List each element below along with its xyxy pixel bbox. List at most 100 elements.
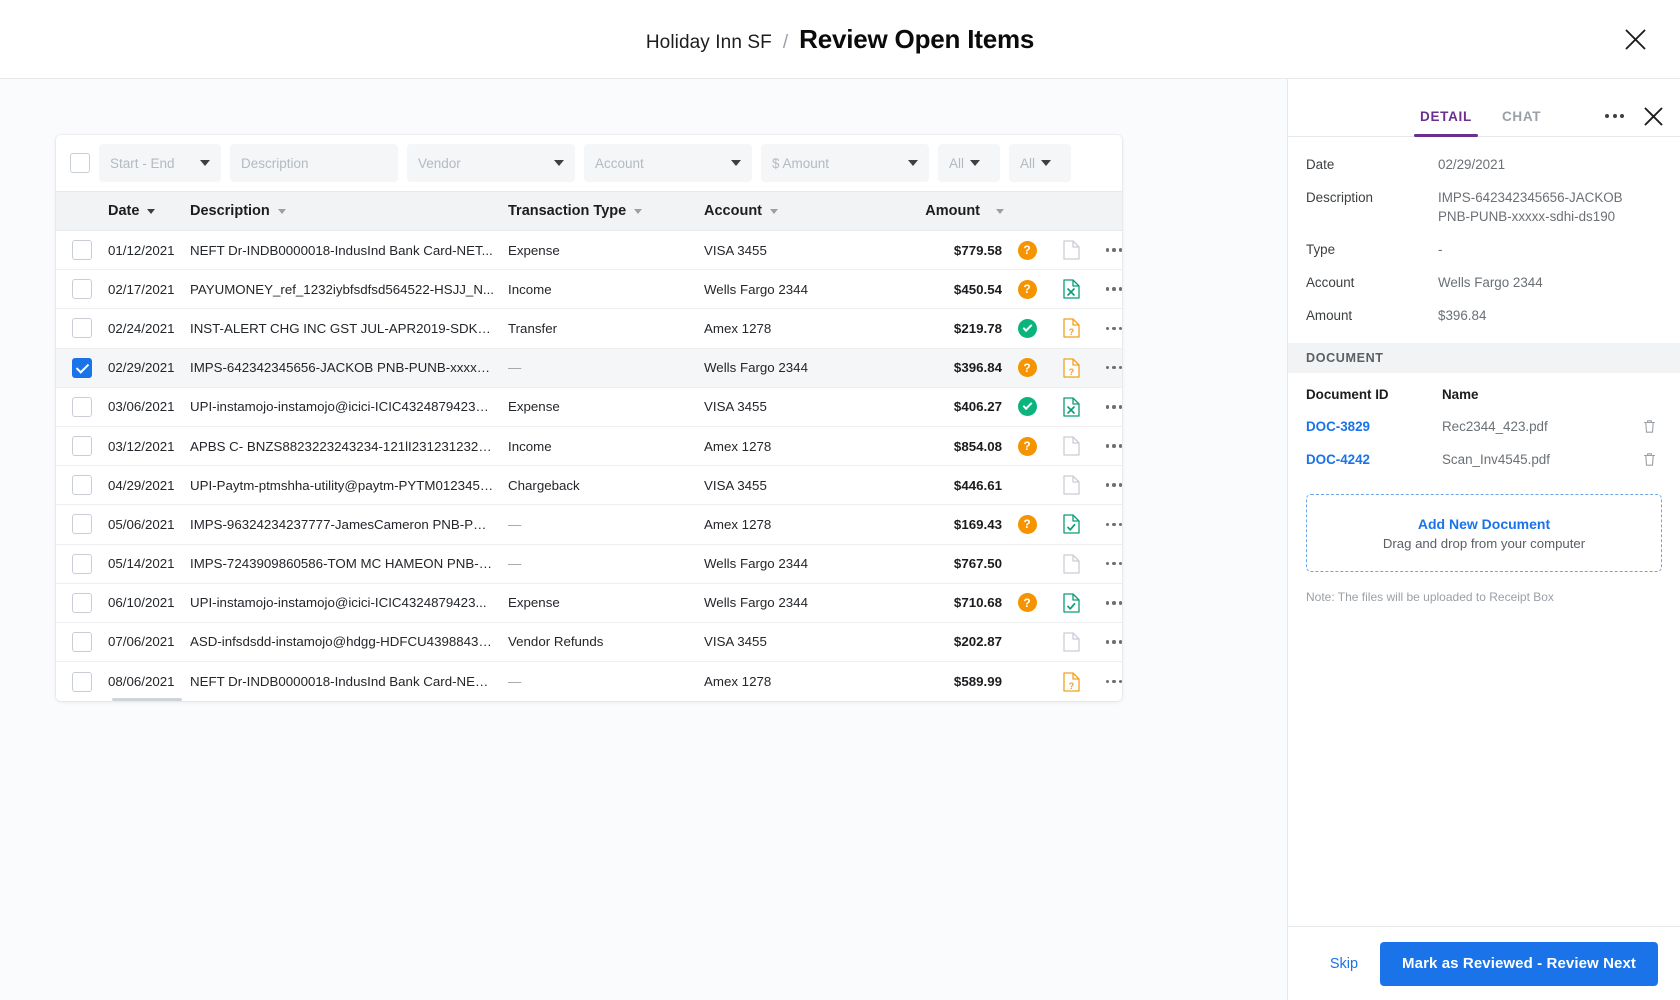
row-more-icon[interactable] [1105,640,1122,644]
modal-header: Holiday Inn SF / Review Open Items [0,0,1680,79]
table-row[interactable]: 05/14/2021 IMPS-7243909860586-TOM MC HAME… [56,544,1122,584]
row-more-icon[interactable] [1105,679,1122,684]
row-more-icon[interactable] [1105,522,1122,527]
document-icon[interactable]: ? [1050,358,1092,378]
table-row[interactable]: 04/29/2021 UPI-Paytm-ptmshha-utility@payt… [56,466,1122,506]
document-id-link[interactable]: DOC-3829 [1306,419,1442,434]
cell-status: ? [1004,279,1050,299]
document-icon[interactable] [1050,593,1092,613]
status-filter[interactable]: All [938,144,1000,182]
column-header-transaction-type[interactable]: Transaction Type [508,203,704,219]
cell-status: ? [1004,593,1050,613]
select-all-checkbox[interactable] [70,153,90,173]
status-approved-icon[interactable] [1017,397,1037,417]
row-checkbox[interactable] [72,436,92,457]
status-warning-icon[interactable]: ? [1017,358,1037,378]
cell-description: IMPS-7243909860586-TOM MC HAMEON PNB-P..… [190,556,497,572]
document-icon[interactable] [1050,436,1092,456]
row-more-icon[interactable] [1105,600,1122,605]
skip-button[interactable]: Skip [1330,956,1358,972]
document-icon[interactable]: ? [1050,318,1092,339]
vendor-filter[interactable]: Vendor [407,144,575,182]
row-checkbox[interactable] [72,514,92,535]
mark-reviewed-button[interactable]: Mark as Reviewed - Review Next [1380,941,1658,986]
status-warning-icon[interactable]: ? [1017,436,1037,456]
table-row[interactable]: 02/29/2021 IMPS-642342345656-JACKOB PNB-P… [56,348,1122,388]
document-icon[interactable] [1050,240,1092,260]
document-table-header: Document ID Name [1306,373,1662,410]
column-header-description[interactable]: Description [190,203,508,219]
cell-account: VISA 3455 [704,634,767,650]
document-icon[interactable] [1050,514,1092,535]
document-id-link[interactable]: DOC-4242 [1306,452,1442,467]
date-range-filter[interactable]: Start - End [99,144,221,182]
chevron-down-icon [908,160,918,166]
column-header-account[interactable]: Account [704,203,900,219]
breadcrumb: Holiday Inn SF / Review Open Items [646,24,1035,55]
account-filter[interactable]: Account [584,144,752,182]
document-icon[interactable] [1050,397,1092,417]
document-icon[interactable]: ? [1050,672,1092,692]
status-warning-icon[interactable]: ? [1017,240,1037,260]
row-checkbox[interactable] [72,671,92,692]
tab-chat[interactable]: CHAT [1500,109,1543,136]
row-more-icon[interactable] [1105,365,1122,370]
row-more-icon[interactable] [1105,326,1122,331]
more-options-icon[interactable] [1605,114,1624,118]
table-row[interactable]: 03/12/2021 APBS C- BNZS8823223243234-121l… [56,426,1122,467]
cell-transaction-type: — [508,360,522,376]
status-warning-icon[interactable]: ? [1017,279,1037,299]
document-icon[interactable] [1050,632,1092,652]
column-header-amount[interactable]: Amount [900,203,1004,219]
panel-close-icon[interactable] [1642,105,1664,127]
horizontal-scrollbar[interactable] [112,698,182,702]
table-row[interactable]: 02/17/2021 PAYUMONEY_ref_1232iybfsdfsd564… [56,270,1122,310]
row-checkbox[interactable] [72,357,92,378]
sort-arrow-icon[interactable] [770,208,778,214]
row-more-icon[interactable] [1105,405,1122,409]
amount-filter[interactable]: $ Amount [761,144,929,182]
column-header-date[interactable]: Date [108,203,190,219]
tab-detail[interactable]: DETAIL [1414,109,1478,137]
table-row[interactable]: 02/24/2021 INST-ALERT CHG INC GST JUL-APR… [56,309,1122,349]
row-checkbox[interactable] [72,475,92,496]
table-row[interactable]: 06/10/2021 UPI-instamojo-instamojo@icici-… [56,583,1122,623]
sort-arrow-icon[interactable] [634,208,643,214]
description-filter[interactable]: Description [230,144,398,182]
status-approved-icon[interactable] [1017,318,1037,338]
status-warning-icon[interactable]: ? [1017,593,1037,613]
status-warning-icon[interactable]: ? [1017,514,1037,534]
row-checkbox[interactable] [72,631,92,652]
sort-arrow-icon[interactable] [277,208,286,214]
table-row[interactable]: 05/06/2021 IMPS-96324234237777-JamesCamer… [56,505,1122,545]
row-checkbox[interactable] [72,318,92,339]
breadcrumb-parent[interactable]: Holiday Inn SF [646,32,772,54]
row-more-icon[interactable] [1105,248,1122,252]
upload-note: Note: The files will be uploaded to Rece… [1306,590,1554,604]
row-checkbox[interactable] [72,279,92,300]
sort-arrow-icon[interactable] [147,208,156,214]
delete-document-icon[interactable] [1636,452,1662,467]
table-row[interactable]: 07/06/2021 ASD-infsdsdd-instamojo@hdgg-HD… [56,622,1122,663]
document-icon[interactable] [1050,279,1092,299]
table-row[interactable]: 03/06/2021 UPI-instamojo-instamojo@icici-… [56,387,1122,427]
document-icon[interactable] [1050,475,1092,495]
document-icon[interactable] [1050,553,1092,574]
row-checkbox[interactable] [72,396,92,417]
row-more-icon[interactable] [1105,444,1122,448]
row-checkbox[interactable] [72,592,92,613]
table-row[interactable]: 01/12/2021 NEFT Dr-INDB0000018-IndusInd B… [56,231,1122,271]
sort-arrow-icon[interactable] [996,208,1004,214]
close-icon[interactable] [1618,22,1652,56]
row-checkbox[interactable] [72,553,92,574]
add-document-dropzone[interactable]: Add New Document Drag and drop from your… [1306,494,1662,572]
table-row[interactable]: 08/06/2021 NEFT Dr-INDB0000018-IndusInd B… [56,662,1122,702]
document-filter[interactable]: All [1009,144,1071,182]
cell-amount: $779.58 [953,242,1002,258]
row-more-icon[interactable] [1105,561,1122,566]
row-checkbox[interactable] [72,240,92,261]
review-open-items-modal: Holiday Inn SF / Review Open Items Start… [0,0,1680,1000]
row-more-icon[interactable] [1105,287,1122,292]
delete-document-icon[interactable] [1636,419,1662,434]
row-more-icon[interactable] [1105,483,1122,488]
